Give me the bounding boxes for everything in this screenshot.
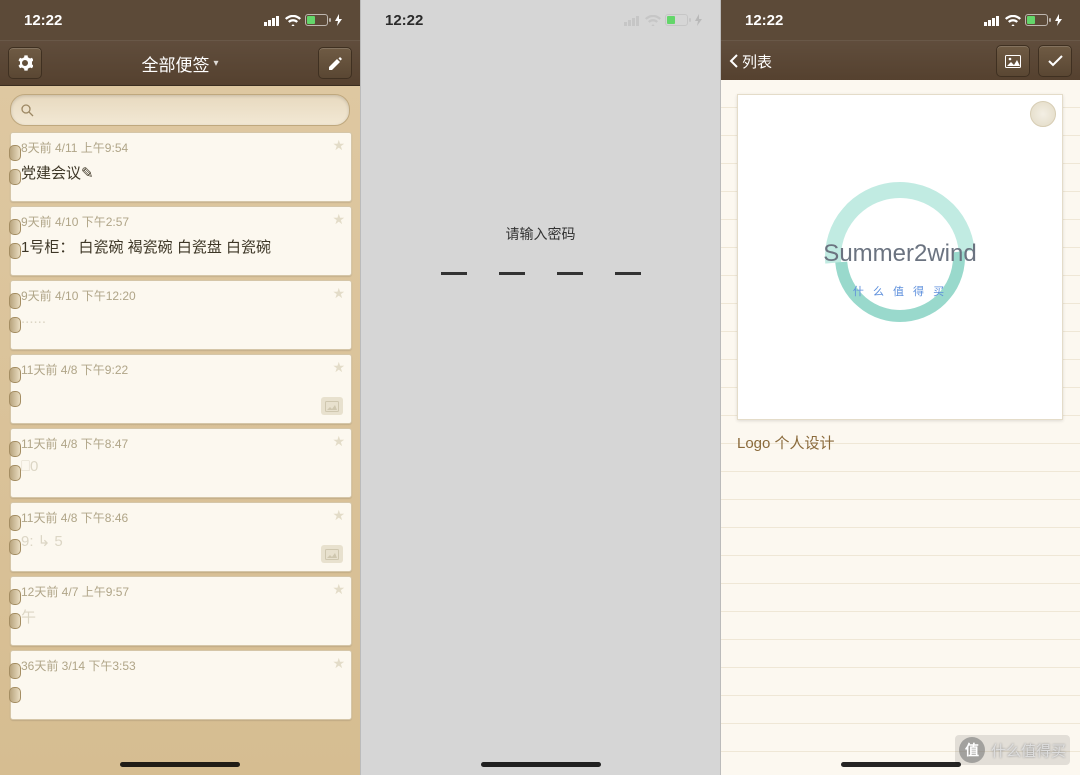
status-indicators bbox=[624, 14, 702, 26]
site-watermark: 值 什么值得买 bbox=[955, 735, 1070, 765]
page-title-text: 全部便签 bbox=[141, 51, 209, 76]
battery-icon bbox=[665, 14, 691, 26]
compose-button[interactable] bbox=[318, 47, 352, 79]
page-title[interactable]: 全部便签 ▾ bbox=[141, 51, 218, 76]
screen-note-detail: 12:22 列表 bbox=[720, 0, 1080, 775]
note-text: 党建会议✎ bbox=[21, 162, 341, 183]
note-item[interactable]: ★9天前 4/10 下午2:57 1号柜： 白瓷碗 褐瓷碗 白瓷盘 白瓷碗 bbox=[10, 206, 352, 276]
passcode-prompt: 请输入密码 bbox=[361, 224, 720, 244]
note-meta: 11天前 4/8 下午9:22 bbox=[21, 361, 341, 378]
status-indicators bbox=[264, 14, 342, 26]
note-text: 午 bbox=[21, 606, 341, 627]
status-time: 12:22 bbox=[385, 12, 423, 29]
note-item[interactable]: ★9天前 4/10 下午12:20...... bbox=[10, 280, 352, 350]
home-indicator[interactable] bbox=[481, 762, 601, 767]
notes-list: ★8天前 4/11 上午9:54党建会议✎★9天前 4/10 下午2:571号柜… bbox=[0, 132, 360, 720]
check-icon bbox=[1048, 55, 1063, 67]
status-indicators bbox=[984, 14, 1062, 26]
star-icon[interactable]: ★ bbox=[332, 507, 345, 524]
wifi-icon bbox=[1005, 15, 1021, 26]
star-icon[interactable]: ★ bbox=[332, 433, 345, 450]
passcode-slot[interactable] bbox=[615, 272, 641, 275]
charging-icon bbox=[335, 14, 342, 26]
note-text: ⎕0 bbox=[21, 458, 341, 475]
star-icon[interactable]: ★ bbox=[332, 211, 345, 228]
star-icon[interactable]: ★ bbox=[332, 137, 345, 154]
note-meta: 9天前 4/10 下午2:57 bbox=[21, 213, 341, 230]
logo-graphic: Summer2wind 什 么 值 得 买 bbox=[825, 182, 975, 332]
note-item[interactable]: ★36天前 3/14 下午3:53 bbox=[10, 650, 352, 720]
note-meta: 12天前 4/7 上午9:57 bbox=[21, 583, 341, 600]
image-button[interactable] bbox=[996, 45, 1030, 77]
battery-icon bbox=[305, 14, 331, 26]
battery-icon bbox=[1025, 14, 1051, 26]
note-meta: 36天前 3/14 下午3:53 bbox=[21, 657, 341, 674]
settings-button[interactable] bbox=[8, 47, 42, 79]
watermark-text: 什么值得买 bbox=[991, 740, 1066, 761]
signal-icon bbox=[624, 15, 641, 26]
signal-icon bbox=[984, 15, 1001, 26]
note-item[interactable]: ★11天前 4/8 下午8:46 9: ↳ 5 bbox=[10, 502, 352, 572]
note-body[interactable]: Summer2wind 什 么 值 得 买 Logo 个人设计 bbox=[721, 80, 1080, 775]
chevron-left-icon bbox=[729, 54, 739, 68]
search-icon bbox=[21, 104, 34, 117]
passcode-slot[interactable] bbox=[441, 272, 467, 275]
passcode-slot[interactable] bbox=[499, 272, 525, 275]
note-text: 9: ↳ 5 bbox=[21, 532, 341, 550]
note-meta: 11天前 4/8 下午8:46 bbox=[21, 509, 341, 526]
logo-tagline: 什 么 值 得 买 bbox=[853, 283, 947, 299]
done-button[interactable] bbox=[1038, 45, 1072, 77]
status-bar: 12:22 bbox=[361, 0, 720, 40]
note-image[interactable]: Summer2wind 什 么 值 得 买 bbox=[737, 94, 1063, 420]
image-options-button[interactable] bbox=[1030, 101, 1056, 127]
charging-icon bbox=[1055, 14, 1062, 26]
passcode-panel: 请输入密码 bbox=[361, 224, 720, 275]
screen-notes-list: 12:22 全部便签 ▾ ★8天前 4/11 上午9:5 bbox=[0, 0, 360, 775]
signal-icon bbox=[264, 15, 281, 26]
status-bar: 12:22 bbox=[721, 0, 1080, 40]
passcode-slot[interactable] bbox=[557, 272, 583, 275]
status-bar: 12:22 bbox=[0, 0, 360, 40]
note-meta: 8天前 4/11 上午9:54 bbox=[21, 139, 341, 156]
chevron-down-icon: ▾ bbox=[213, 58, 218, 69]
search-input[interactable] bbox=[10, 94, 350, 126]
note-meta: 11天前 4/8 下午8:47 bbox=[21, 435, 341, 452]
back-button[interactable]: 列表 bbox=[729, 51, 772, 72]
note-text: ...... bbox=[21, 310, 341, 327]
home-indicator[interactable] bbox=[841, 762, 961, 767]
wifi-icon bbox=[645, 15, 661, 26]
title-bar: 列表 bbox=[721, 40, 1080, 82]
star-icon[interactable]: ★ bbox=[332, 655, 345, 672]
gear-icon bbox=[17, 55, 33, 71]
star-icon[interactable]: ★ bbox=[332, 285, 345, 302]
note-item[interactable]: ★11天前 4/8 下午9:22 bbox=[10, 354, 352, 424]
note-caption: Logo 个人设计 bbox=[737, 432, 1064, 453]
status-time: 12:22 bbox=[24, 12, 62, 29]
star-icon[interactable]: ★ bbox=[332, 581, 345, 598]
watermark-badge-icon: 值 bbox=[959, 737, 985, 763]
home-indicator[interactable] bbox=[120, 762, 240, 767]
title-bar: 全部便签 ▾ bbox=[0, 40, 360, 86]
note-meta: 9天前 4/10 下午12:20 bbox=[21, 287, 341, 304]
note-item[interactable]: ★11天前 4/8 下午8:47 ⎕0 bbox=[10, 428, 352, 498]
wifi-icon bbox=[285, 15, 301, 26]
passcode-slots[interactable] bbox=[361, 272, 720, 275]
status-time: 12:22 bbox=[745, 12, 783, 29]
note-item[interactable]: ★8天前 4/11 上午9:54 党建会议✎ bbox=[10, 132, 352, 202]
note-thumb-icon bbox=[321, 397, 343, 415]
star-icon[interactable]: ★ bbox=[332, 359, 345, 376]
charging-icon bbox=[695, 14, 702, 26]
note-item[interactable]: ★12天前 4/7 上午9:57 午 bbox=[10, 576, 352, 646]
image-icon bbox=[1005, 55, 1021, 68]
compose-icon bbox=[328, 56, 343, 71]
note-thumb-icon bbox=[321, 545, 343, 563]
screen-passcode: 12:22 请输入密码 bbox=[360, 0, 720, 775]
logo-brand: Summer2wind bbox=[823, 240, 976, 268]
back-label: 列表 bbox=[742, 51, 772, 72]
note-text: 1号柜： 白瓷碗 褐瓷碗 白瓷盘 白瓷碗 bbox=[21, 236, 341, 257]
